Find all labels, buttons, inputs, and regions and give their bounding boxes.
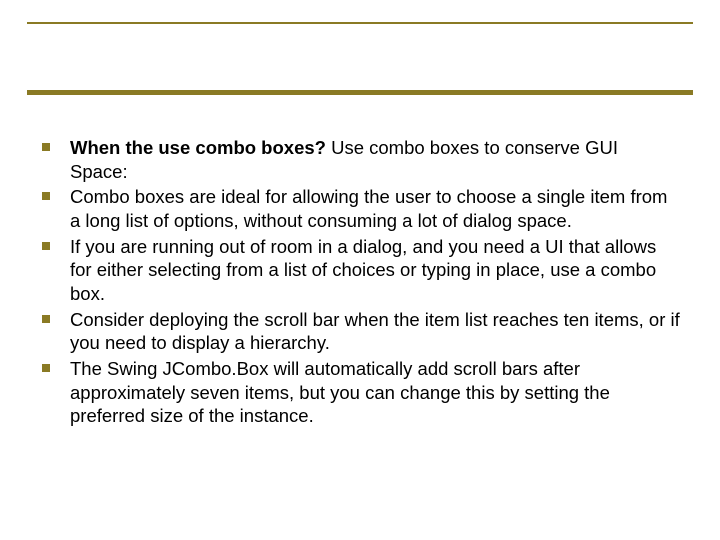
list-item: The Swing JCombo.Box will automatically … [40, 357, 680, 428]
bullet-list: When the use combo boxes? Use combo boxe… [40, 136, 680, 428]
divider-top [27, 22, 693, 24]
bullet-text: If you are running out of room in a dial… [70, 236, 656, 304]
bullet-text: The Swing JCombo.Box will automatically … [70, 358, 610, 426]
bullet-text: Combo boxes are ideal for allowing the u… [70, 186, 667, 231]
bullet-text: Consider deploying the scroll bar when t… [70, 309, 680, 354]
list-item: When the use combo boxes? Use combo boxe… [40, 136, 680, 183]
bullet-bold-lead: When the use combo boxes? [70, 137, 331, 158]
slide-content: When the use combo boxes? Use combo boxe… [40, 136, 680, 430]
list-item: Combo boxes are ideal for allowing the u… [40, 185, 680, 232]
divider-bottom [27, 90, 693, 95]
slide: When the use combo boxes? Use combo boxe… [0, 0, 720, 540]
list-item: Consider deploying the scroll bar when t… [40, 308, 680, 355]
list-item: If you are running out of room in a dial… [40, 235, 680, 306]
